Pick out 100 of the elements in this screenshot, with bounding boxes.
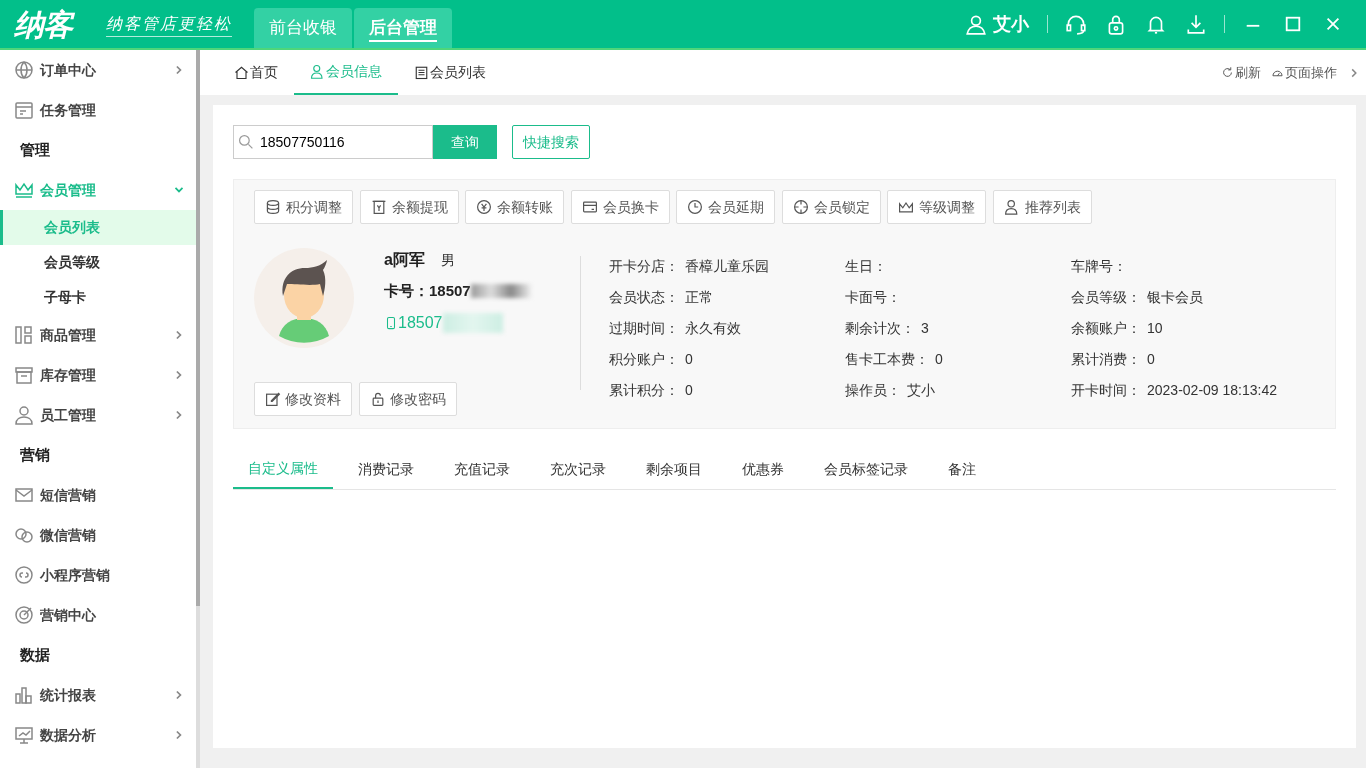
avatar-icon — [254, 248, 354, 348]
member-name: a阿军 — [384, 250, 425, 270]
field-value: 艾小 — [907, 381, 935, 400]
action-button[interactable]: 推荐列表 — [992, 190, 1092, 224]
sidebar-item[interactable]: 统计报表 — [0, 675, 196, 715]
detail-tab[interactable]: 备注 — [933, 449, 991, 489]
field-label: 余额账户： — [1071, 319, 1141, 338]
card-icon — [581, 199, 598, 215]
phone-number: 18507 — [398, 312, 443, 333]
page-action[interactable]: 刷新 — [1215, 62, 1266, 83]
member-action-button[interactable]: 修改密码 — [358, 382, 457, 416]
sidebar-item[interactable]: 员工管理 — [0, 395, 196, 435]
field-label: 过期时间： — [609, 319, 679, 338]
headset-icon[interactable] — [1065, 13, 1087, 35]
field-value: 正常 — [685, 288, 713, 307]
field-value: 0 — [685, 350, 693, 369]
field-value: 3 — [921, 319, 929, 338]
sidebar-subitem[interactable]: 会员等级 — [0, 245, 196, 280]
action-button[interactable]: 会员锁定 — [781, 190, 881, 224]
slogan: 纳客管店更轻松 — [106, 11, 232, 37]
action-button[interactable]: 会员延期 — [676, 190, 775, 224]
field-label: 开卡分店： — [609, 257, 679, 276]
field-label: 会员等级： — [1071, 288, 1141, 307]
field-value: 10 — [1147, 319, 1163, 338]
chat-icon — [14, 525, 34, 545]
wallet-icon — [370, 199, 387, 215]
action-button[interactable]: 积分调整 — [254, 190, 353, 224]
user-icon — [964, 13, 987, 35]
coins-icon — [265, 199, 281, 215]
action-button[interactable]: 等级调整 — [887, 190, 986, 224]
field-value: 银卡会员 — [1147, 288, 1203, 307]
field-label: 卡面号： — [845, 288, 901, 307]
field-value: 2023-02-09 18:13:42 — [1147, 381, 1277, 400]
clock-icon — [687, 199, 703, 215]
link-icon — [14, 565, 34, 585]
monitor-icon — [14, 725, 34, 745]
redaction-mark — [470, 284, 531, 299]
maximize-icon[interactable] — [1284, 15, 1302, 33]
user-icon — [1003, 199, 1020, 215]
sidebar-subitem[interactable]: 子母卡 — [0, 280, 196, 315]
detail-tab[interactable]: 剩余项目 — [631, 449, 717, 489]
crosshair-icon — [792, 199, 809, 215]
field-value: 0 — [685, 381, 693, 400]
member-gender: 男 — [440, 251, 455, 270]
field-value: 0 — [935, 350, 943, 369]
card-number-label: 卡号： — [384, 281, 429, 301]
detail-tab[interactable]: 充次记录 — [535, 449, 621, 489]
card-number: 18507 — [429, 281, 471, 301]
field-value: 永久有效 — [685, 319, 741, 338]
detail-tab[interactable]: 消费记录 — [343, 449, 429, 489]
sidebar-item[interactable]: 任务管理 — [0, 90, 196, 130]
member-action-button[interactable]: 修改资料 — [254, 382, 352, 416]
globe-icon — [14, 60, 34, 80]
edit-icon — [265, 391, 281, 407]
user-icon — [14, 405, 34, 425]
field-label: 会员状态： — [609, 288, 679, 307]
field-label: 售卡工本费： — [845, 350, 929, 369]
action-button[interactable]: 余额提现 — [359, 190, 459, 224]
field-label: 开卡时间： — [1071, 381, 1141, 400]
list-icon — [414, 65, 429, 80]
page-tab[interactable]: 首页 — [218, 50, 294, 95]
field-label: 剩余计次： — [845, 319, 915, 338]
detail-tab[interactable]: 充值记录 — [439, 449, 525, 489]
field-value: 0 — [1147, 350, 1155, 369]
bar-chart-icon — [14, 685, 34, 705]
action-button[interactable]: 余额转账 — [465, 190, 564, 224]
sidebar-item[interactable]: 短信营销 — [0, 475, 196, 515]
field-value: 香樟儿童乐园 — [685, 257, 769, 276]
calendar-icon — [14, 100, 34, 120]
phone-icon — [384, 314, 398, 331]
mail-icon — [14, 485, 34, 505]
sidebar-item[interactable]: 库存管理 — [0, 355, 196, 395]
sidebar-item[interactable]: 数据分析 — [0, 715, 196, 755]
redaction-mark — [442, 312, 503, 333]
field-label: 累计消费： — [1071, 350, 1141, 369]
field-label: 车牌号： — [1071, 257, 1127, 276]
field-label: 操作员： — [845, 381, 901, 400]
sidebar-item[interactable]: 商品管理 — [0, 315, 196, 355]
target-icon — [14, 605, 34, 625]
page-action[interactable]: 页面操作 — [1265, 62, 1342, 83]
field-label: 积分账户： — [609, 350, 679, 369]
sidebar-item[interactable]: 营销中心 — [0, 595, 196, 635]
home-icon — [234, 65, 249, 80]
detail-tab[interactable]: 会员标签记录 — [809, 449, 923, 489]
scrollbar[interactable] — [196, 50, 200, 606]
user-icon — [310, 64, 325, 79]
sidebar-item[interactable]: 订单中心 — [0, 50, 196, 90]
detail-tab[interactable]: 优惠券 — [727, 449, 799, 489]
action-button[interactable]: 会员换卡 — [570, 190, 670, 224]
download-icon[interactable] — [1185, 13, 1207, 35]
sidebar-item[interactable]: 小程序营销 — [0, 555, 196, 595]
sidebar-item[interactable]: 微信营销 — [0, 515, 196, 555]
yuan-icon — [476, 199, 492, 215]
refresh-icon — [1220, 66, 1234, 79]
layout-icon — [14, 325, 34, 345]
close-icon[interactable] — [1324, 15, 1342, 33]
search-field[interactable]: 18507750116 — [233, 125, 433, 159]
page-tab[interactable]: 会员列表 — [398, 50, 502, 95]
section-title: 管理 — [19, 139, 51, 160]
crown-icon — [14, 180, 34, 200]
